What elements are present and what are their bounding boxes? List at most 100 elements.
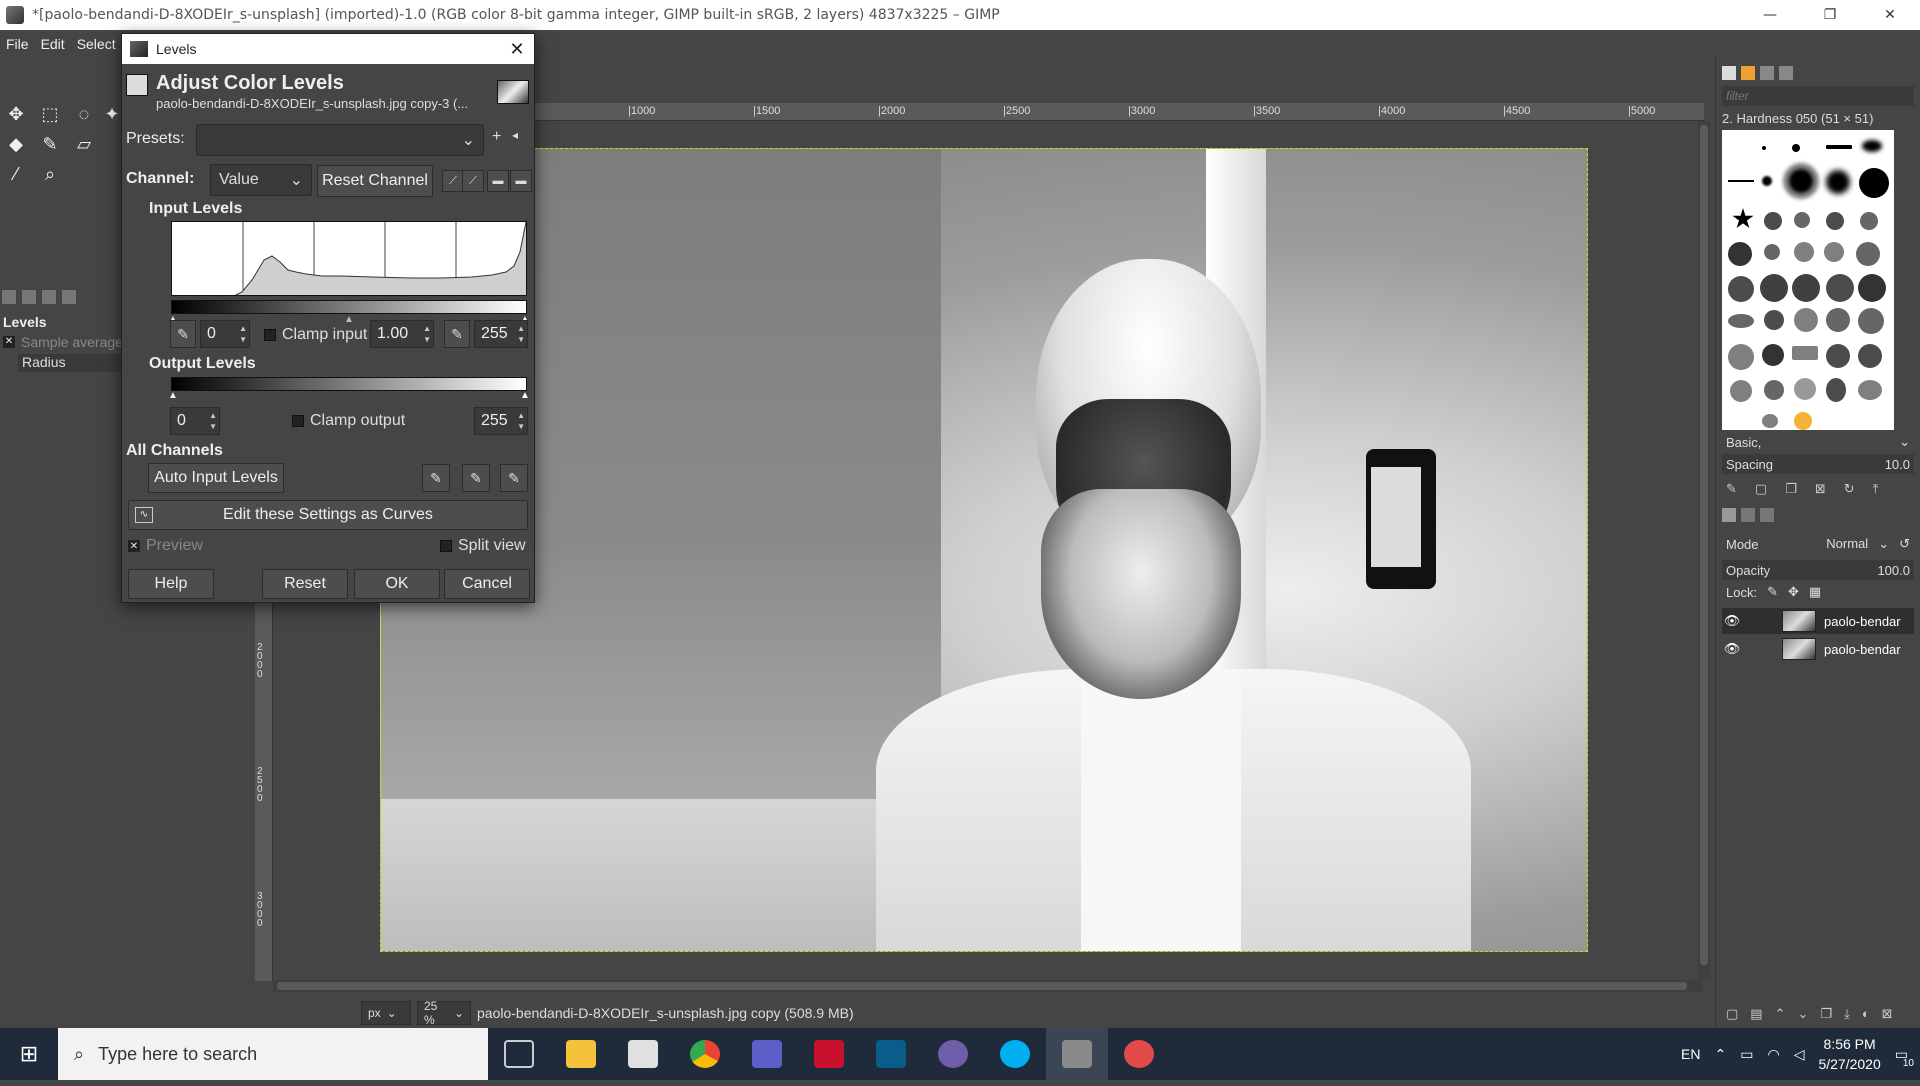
paintbrush-tool-icon[interactable]: ✎ (38, 132, 62, 156)
edit-brush-icon[interactable]: ✎ (1726, 481, 1737, 497)
horizontal-scrollbar[interactable] (273, 980, 1703, 992)
auto-input-levels-button[interactable]: Auto Input Levels (148, 463, 284, 493)
edit-as-curves-button[interactable]: ∿ Edit these Settings as Curves (128, 500, 528, 530)
layer-row[interactable]: 👁 paolo-bendar (1722, 608, 1914, 634)
brush-item[interactable] (1762, 414, 1778, 428)
linear-histogram-icon[interactable]: ⟋ (442, 170, 464, 192)
clamp-output-option[interactable]: Clamp output (292, 412, 405, 430)
zoom-select[interactable]: 25 % ⌄ (417, 999, 471, 1027)
brush-item[interactable] (1859, 168, 1889, 198)
brush-item[interactable] (1764, 244, 1780, 260)
channels-tab-icon[interactable] (1741, 508, 1755, 522)
brush-item[interactable] (1794, 378, 1816, 400)
lock-alpha-icon[interactable]: ▦ (1809, 584, 1821, 600)
eye-icon[interactable]: 👁 (1722, 641, 1742, 657)
spinner-arrows-icon[interactable]: ▲ ▼ (517, 410, 525, 432)
brush-item[interactable] (1728, 180, 1754, 182)
paint-icon[interactable] (1108, 1028, 1170, 1080)
brush-item[interactable] (1762, 344, 1784, 366)
opacity-slider[interactable]: Opacity 100.0 (1722, 560, 1914, 580)
file-explorer-icon[interactable] (550, 1028, 612, 1080)
zoom-meetings-icon[interactable] (922, 1028, 984, 1080)
paths-tab-icon[interactable] (1760, 508, 1774, 522)
pick-black-point-icon[interactable]: ✎ (170, 320, 196, 348)
brush-item[interactable] (1824, 242, 1844, 262)
output-white-handle-icon[interactable]: ▲ (520, 390, 530, 401)
brush-item[interactable] (1794, 242, 1814, 262)
brush-item[interactable] (1728, 344, 1754, 370)
task-view-icon[interactable] (488, 1028, 550, 1080)
scrollbar-thumb[interactable] (277, 982, 1687, 990)
windows-start-icon[interactable]: ⊞ (0, 1028, 58, 1080)
zotero-icon[interactable] (860, 1028, 922, 1080)
brush-preset-select[interactable]: Basic, ⌄ (1722, 432, 1914, 452)
document-history-tab-icon[interactable] (1779, 66, 1793, 80)
raise-layer-icon[interactable]: ⌃ (1775, 1006, 1786, 1022)
maximize-button[interactable]: ❐ (1800, 0, 1860, 30)
brush-item[interactable] (1764, 212, 1782, 230)
clamp-input-checkbox[interactable] (264, 329, 276, 341)
close-icon[interactable]: ✕ (500, 39, 534, 60)
duplicate-brush-icon[interactable]: ❐ (1785, 481, 1797, 497)
brush-item[interactable] (1860, 212, 1878, 230)
pick-white-icon[interactable]: ✎ (500, 464, 528, 492)
brush-item[interactable] (1826, 344, 1850, 368)
input-low-spinner[interactable]: 0 ▲ ▼ (200, 320, 250, 348)
lasso-tool-icon[interactable]: ◌ (72, 102, 96, 126)
brush-item[interactable] (1728, 276, 1754, 302)
brush-item[interactable] (1858, 344, 1882, 368)
open-brush-icon[interactable]: ⤒ (1873, 481, 1879, 497)
excel-app-icon[interactable] (612, 1028, 674, 1080)
new-brush-icon[interactable]: ▢ (1755, 481, 1767, 497)
preview-option[interactable]: ✕ Preview (128, 537, 203, 555)
mask-layer-icon[interactable]: ◐ (1862, 1006, 1870, 1022)
duplicate-layer-icon[interactable]: ❐ (1820, 1006, 1832, 1022)
brush-item[interactable] (1792, 274, 1820, 302)
skype-icon[interactable] (984, 1028, 1046, 1080)
spinner-arrows-icon[interactable]: ▲ ▼ (423, 323, 431, 345)
pick-white-point-icon[interactable]: ✎ (444, 320, 470, 348)
help-button[interactable]: Help (128, 569, 214, 599)
scrollbar-thumb[interactable] (1700, 125, 1708, 965)
close-button[interactable]: ✕ (1860, 0, 1920, 30)
brush-item[interactable] (1858, 380, 1882, 400)
brush-item[interactable] (1794, 308, 1818, 332)
brush-item[interactable] (1764, 380, 1784, 400)
layer-mode-select[interactable]: Normal ⌄ ↺ (1826, 536, 1910, 552)
brush-item[interactable] (1728, 242, 1752, 266)
reset-button[interactable]: Reset (262, 569, 348, 599)
radius-field[interactable]: Radius (18, 354, 123, 372)
autodesk-icon[interactable] (798, 1028, 860, 1080)
images-tab-icon[interactable] (62, 290, 76, 304)
rect-select-tool-icon[interactable]: ⬚ (38, 102, 62, 126)
reset-mode-icon[interactable]: ↺ (1899, 536, 1910, 552)
canvas-image[interactable] (380, 148, 1588, 952)
language-indicator[interactable]: EN (1681, 1046, 1700, 1062)
new-layer-group-icon[interactable]: ▤ (1750, 1006, 1762, 1022)
cancel-button[interactable]: Cancel (444, 569, 530, 599)
brush-item[interactable] (1762, 146, 1766, 150)
histogram-view-alt-icon[interactable]: ▬ (510, 170, 532, 192)
lock-pixels-icon[interactable]: ✎ (1767, 584, 1778, 600)
split-view-checkbox[interactable] (440, 540, 452, 552)
battery-icon[interactable]: ▭ (1740, 1046, 1753, 1063)
spinner-arrows-icon[interactable]: ▲ ▼ (517, 323, 525, 345)
brush-item[interactable] (1856, 242, 1880, 266)
layers-tab-icon[interactable] (1722, 508, 1736, 522)
new-layer-icon[interactable]: ▢ (1726, 1006, 1738, 1022)
volume-icon[interactable]: ◁ (1794, 1046, 1805, 1063)
brush-item[interactable] (1728, 314, 1754, 328)
gimp-taskbar-icon[interactable] (1046, 1028, 1108, 1080)
move-tool-icon[interactable]: ✥ (4, 102, 28, 126)
vertical-scrollbar[interactable] (1698, 121, 1710, 979)
undo-history-tab-icon[interactable] (42, 290, 56, 304)
lower-layer-icon[interactable]: ⌄ (1798, 1006, 1809, 1022)
preview-checkbox[interactable]: ✕ (128, 540, 140, 552)
brush-item[interactable] (1732, 208, 1754, 229)
brush-item-selected[interactable] (1784, 164, 1818, 198)
lock-position-icon[interactable]: ✥ (1788, 584, 1799, 600)
histogram-view-icon[interactable]: ▬ (487, 170, 509, 192)
sample-average-checkbox[interactable]: ✕ (3, 335, 15, 348)
taskbar-search-box[interactable]: ⌕ Type here to search (58, 1028, 488, 1080)
eraser-tool-icon[interactable]: ▱ (72, 132, 96, 156)
